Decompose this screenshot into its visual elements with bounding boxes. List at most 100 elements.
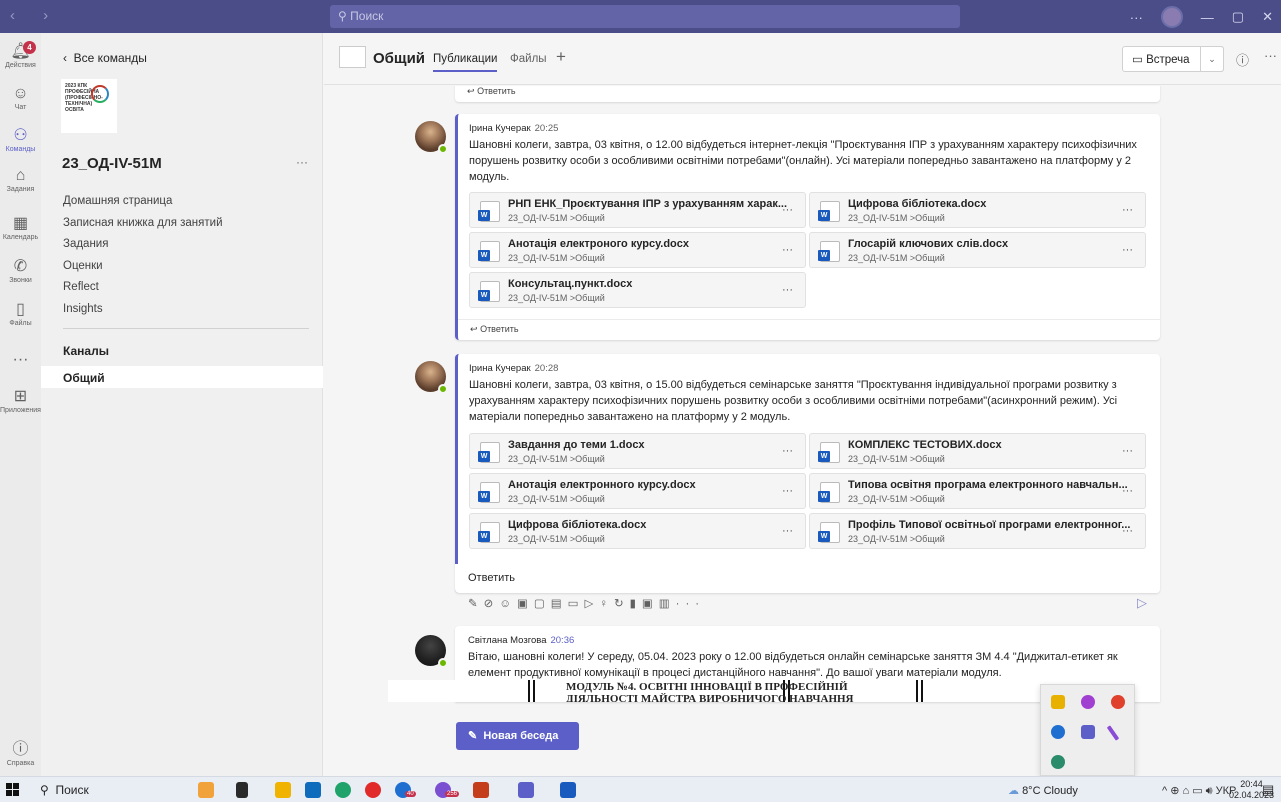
word-icon [478, 241, 500, 262]
tab-files[interactable]: Файлы [510, 53, 547, 65]
pen-icon[interactable] [1106, 725, 1120, 741]
file-more-button[interactable]: ··· [782, 204, 793, 216]
team-more-button[interactable]: ··· [296, 155, 308, 169]
channel-general[interactable]: Общий [41, 366, 323, 388]
file-more-button[interactable]: ··· [1122, 445, 1133, 457]
new-conversation-button[interactable]: ✎ Новая беседа [456, 722, 579, 750]
taskbar-badge: 40 [405, 791, 416, 797]
file-attachment[interactable]: Цифрова бібліотека.docx23_ОД-IV-51М >Общ… [469, 513, 806, 549]
taskbar-search[interactable]: ⚲ Поиск [40, 783, 89, 797]
rail-calendar[interactable]: ▦ Календарь [0, 215, 41, 241]
settings-more-button[interactable]: ··· [1130, 10, 1143, 25]
file-attachment[interactable]: Цифрова бібліотека.docx23_ОД-IV-51М >Общ… [809, 192, 1146, 228]
channel-header: Общий Публикации Файлы + ▭ Встреча ⌄ ⓘ ··… [324, 33, 1281, 85]
search-input[interactable]: ⚲ Поиск [330, 5, 960, 28]
file-more-button[interactable]: ··· [782, 244, 793, 256]
rail-teams[interactable]: ⚇ Команды [0, 127, 41, 153]
chrome-icon[interactable] [1111, 695, 1125, 709]
edge-icon[interactable] [335, 782, 351, 798]
file-attachment[interactable]: КОМПЛЕКС ТЕСТОВИХ.docx23_ОД-IV-51М >Общи… [809, 433, 1146, 469]
chevron-down-icon[interactable]: ⌄ [1200, 46, 1224, 72]
rail-activity[interactable]: 🔔︎ 4 Действия [0, 41, 41, 69]
file-explorer-icon[interactable] [275, 782, 291, 798]
formatting-toolbar[interactable]: ✎⊘☺▣▢▤▭▷♀↻▮▣▥··· [468, 596, 705, 610]
file-more-button[interactable]: ··· [782, 445, 793, 457]
powerpoint-icon[interactable] [473, 782, 489, 798]
header-more-button[interactable]: ··· [1264, 48, 1277, 63]
file-attachment[interactable]: Типова освітня програма електронного нав… [809, 473, 1146, 509]
rail-apps[interactable]: ⊞ Приложения [0, 388, 41, 414]
file-attachment[interactable]: Анотація електроного курсу.docx23_ОД-IV-… [469, 232, 806, 268]
reply-icon: ↩ [467, 86, 475, 96]
edge-icon[interactable] [1051, 755, 1065, 769]
close-icon[interactable]: ✕ [1262, 9, 1273, 25]
notification-icon[interactable]: ▤ [1262, 782, 1274, 798]
post-text: Вітаю, шановні колеги! У середу, 05.04. … [468, 651, 1118, 679]
file-more-button[interactable]: ··· [782, 284, 793, 296]
reply-link[interactable]: ↩ Ответить [455, 86, 1160, 102]
shield-icon[interactable] [1051, 695, 1065, 709]
mail-icon[interactable] [305, 782, 321, 798]
avatar[interactable] [415, 121, 448, 154]
nav-reflect[interactable]: Reflect [63, 281, 99, 293]
file-attachment[interactable]: Глосарій ключових слів.docx23_ОД-IV-51М … [809, 232, 1146, 268]
nav-insights[interactable]: Insights [63, 303, 103, 315]
file-attachment[interactable]: Профіль Типової освітньої програми елект… [809, 513, 1146, 549]
app-tray-icon[interactable] [1081, 695, 1095, 709]
reply-composer[interactable]: Ответить [455, 564, 1160, 593]
file-attachment[interactable]: Завдання до теми 1.docx23_ОД-IV-51М >Общ… [469, 433, 806, 469]
minimize-icon[interactable]: — [1201, 10, 1214, 25]
teams-taskbar-icon[interactable] [518, 782, 534, 798]
avatar[interactable] [415, 361, 448, 394]
windows-start-icon[interactable] [6, 783, 19, 796]
doc-border [528, 680, 535, 702]
tab-posts[interactable]: Публикации [433, 53, 498, 72]
profile-avatar[interactable] [1160, 6, 1183, 28]
meet-button[interactable]: ▭ Встреча ⌄ [1122, 46, 1224, 72]
weather-widget[interactable]: ☁ 8°C Cloudy [1008, 784, 1078, 797]
back-forward-arrows[interactable]: ‹ › [10, 7, 60, 24]
add-tab-button[interactable]: + [556, 47, 566, 67]
teams-tray-icon[interactable] [1081, 725, 1095, 739]
system-icons[interactable]: ^ ⊕ ⌂ ▭ 🔊︎ УКР [1162, 784, 1236, 798]
channel-title: Общий [373, 50, 426, 67]
task-view-icon[interactable] [236, 782, 248, 798]
file-more-button[interactable]: ··· [1122, 244, 1133, 256]
file-more-button[interactable]: ··· [1122, 525, 1133, 537]
nav-class-notebook[interactable]: Записная книжка для занятий [63, 217, 223, 229]
nav-grades[interactable]: Оценки [63, 260, 103, 272]
file-attachment[interactable]: Консультац.пункт.docx23_ОД-IV-51М >Общий… [469, 272, 806, 308]
info-icon[interactable]: ⓘ [1236, 50, 1249, 69]
file-more-button[interactable]: ··· [1122, 485, 1133, 497]
avatar[interactable] [415, 635, 448, 668]
word-icon [818, 201, 840, 222]
file-attachment[interactable]: Анотація електронного курсу.docx23_ОД-IV… [469, 473, 806, 509]
title-bar: ‹ › ⚲ Поиск ··· — ▢ ✕ [0, 0, 1281, 33]
rail-help[interactable]: ⓘ Справка [0, 741, 41, 767]
rail-calls[interactable]: ✆ Звонки [0, 258, 41, 284]
chevron-up-icon: ^ [1162, 785, 1168, 797]
file-attachment[interactable]: РНП ЕНК_Проєктування ІПР з урахуванням х… [469, 192, 806, 228]
word-taskbar-icon[interactable] [560, 782, 576, 798]
file-more-button[interactable]: ··· [782, 485, 793, 497]
rail-assignments[interactable]: ⌂ Задания [0, 167, 41, 193]
maximize-icon[interactable]: ▢ [1232, 9, 1244, 25]
document-preview[interactable]: МОДУЛЬ №4. ОСВІТНІ ІННОВАЦІЇ В ПРОФЕСІЙН… [388, 680, 988, 702]
widgets-icon[interactable] [198, 782, 214, 798]
file-more-button[interactable]: ··· [782, 525, 793, 537]
zoom-icon[interactable] [1051, 725, 1065, 739]
send-icon[interactable]: ▷ [1137, 595, 1147, 611]
reply-link[interactable]: ↩ Ответить [458, 319, 1160, 339]
taskbar-badge: 256 [445, 791, 460, 797]
file-more-button[interactable]: ··· [1122, 204, 1133, 216]
rail-files[interactable]: ▯ Файлы [0, 301, 41, 327]
nav-assignments[interactable]: Задания [63, 238, 108, 250]
presence-indicator [438, 658, 448, 668]
nav-home[interactable]: Домашняя страница [63, 195, 172, 207]
opera-icon[interactable] [365, 782, 381, 798]
rail-chat[interactable]: ☺ Чат [0, 85, 41, 111]
all-teams-link[interactable]: ‹ Все команды [63, 51, 147, 65]
post: Ірина Кучерак 20:28 Шановні колеги, завтр… [455, 354, 1160, 593]
cloud-icon: ☁ [1008, 785, 1019, 797]
rail-more[interactable]: ··· [0, 351, 41, 370]
